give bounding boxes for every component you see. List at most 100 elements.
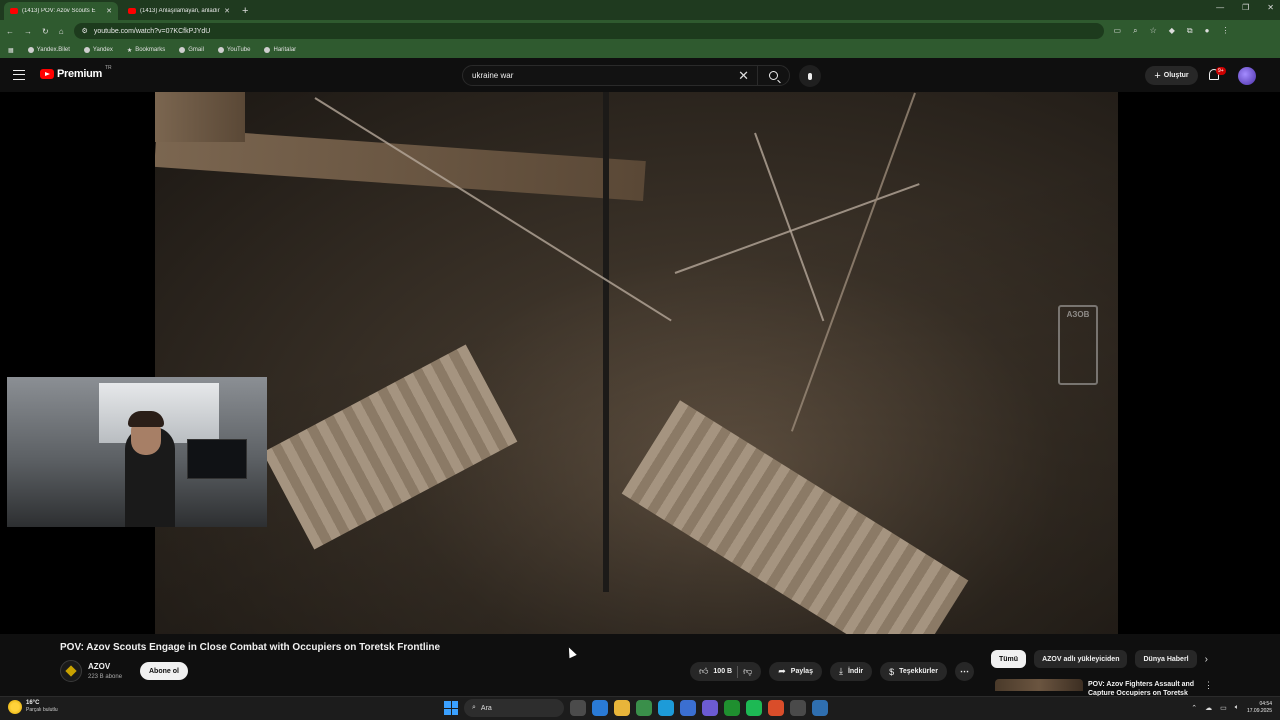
bookmark-item[interactable]: Haritalar [264, 47, 296, 53]
youtube-logo[interactable]: Premium TR [40, 65, 112, 80]
address-bar[interactable]: ⚙ youtube.com/watch?v=07KCfkPJYdU [73, 23, 1104, 39]
browser-tab-bar: (1413) POV: Azov Scouts E ✕ (1413) Anlaş… [0, 0, 1280, 20]
close-window-icon[interactable]: ✕ [1267, 3, 1274, 12]
window-controls: — ❐ ✕ [1216, 3, 1274, 12]
chrome-icon[interactable] [636, 700, 652, 716]
reload-icon[interactable]: ↻ [42, 27, 49, 36]
task-view-icon[interactable] [570, 700, 586, 716]
tray-expand-icon[interactable]: ⌃ [1191, 704, 1197, 712]
channel-avatar[interactable] [60, 660, 82, 682]
recommendation-chips: Tümü AZOV adlı yükleyiciden Dünya Haberl… [991, 650, 1208, 668]
corrugated-sheet [621, 400, 969, 634]
browser-menu-icon[interactable]: ⋮ [1221, 26, 1229, 36]
bookmark-item[interactable]: Gmail [179, 47, 204, 53]
more-actions-button[interactable]: ⋯ [954, 662, 974, 681]
spotify-icon[interactable] [746, 700, 762, 716]
extension-icon[interactable]: ◆ [1169, 26, 1175, 36]
bookmark-item[interactable]: Yandex.Bilet [27, 47, 70, 53]
discord-icon[interactable] [702, 700, 718, 716]
search-button[interactable] [757, 66, 789, 85]
profile-icon[interactable]: ● [1205, 26, 1210, 36]
apps-icon[interactable]: ▦ [8, 47, 14, 54]
channel-name[interactable]: AZOV [88, 662, 110, 671]
bookmark-item[interactable]: Yandex [83, 47, 113, 53]
network-icon[interactable]: ▭ [1220, 704, 1227, 712]
copilot-icon[interactable] [592, 700, 608, 716]
tab-title: (1413) Anlaşılamayan, anladırı [140, 8, 221, 14]
home-icon[interactable]: ⌂ [59, 27, 64, 36]
search-input[interactable]: ukraine war [472, 71, 738, 80]
hamburger-menu-icon[interactable] [13, 70, 25, 80]
bookmark-label: Haritalar [273, 47, 297, 53]
bookmark-star-icon[interactable]: ☆ [1150, 26, 1157, 36]
video-player[interactable]: АЗОВ [0, 92, 1280, 634]
bookmark-favicon-icon [217, 47, 224, 53]
like-icon[interactable]: 👍︎ [699, 666, 708, 677]
restore-icon[interactable]: ❐ [1242, 3, 1249, 12]
new-tab-button[interactable]: + [242, 2, 248, 20]
bookmark-favicon-icon [179, 47, 186, 53]
branch [674, 183, 920, 274]
share-label: Paylaş [790, 668, 813, 675]
youtube-play-icon [40, 69, 54, 79]
subscribe-button[interactable]: Abone ol [140, 662, 188, 680]
bookmark-item[interactable]: YouTube [217, 47, 250, 53]
clock-time: 04:54 [1259, 701, 1272, 707]
taskbar-search[interactable]: ⌕ Ara [464, 699, 564, 717]
chip-all[interactable]: Tümü [991, 650, 1027, 668]
store-icon[interactable] [680, 700, 696, 716]
windows-start-icon[interactable] [444, 701, 458, 715]
thanks-button[interactable]: $ Teşekkürler [880, 662, 947, 681]
search-box[interactable]: ukraine war ✕ [462, 65, 790, 86]
toolbar-icons: ▭ ⌕ ☆ ◆ ⧉ ● ⋮ [1114, 26, 1230, 36]
close-tab-icon[interactable]: ✕ [106, 7, 112, 15]
weather-temp: 16°C [26, 700, 40, 706]
tab-active[interactable]: (1413) POV: Azov Scouts E ✕ [4, 2, 118, 20]
steam-icon[interactable] [812, 700, 828, 716]
site-info-icon[interactable]: ⚙ [82, 27, 88, 35]
logo-text: Premium [57, 68, 102, 80]
cloud-icon[interactable]: ☁ [1205, 704, 1212, 712]
extensions-puzzle-icon[interactable]: ⧉ [1187, 26, 1193, 36]
dislike-icon[interactable]: 👎︎ [743, 666, 752, 677]
metal-pole [603, 92, 609, 592]
cast-icon[interactable]: ▭ [1114, 26, 1122, 36]
chevron-right-icon[interactable]: › [1205, 654, 1208, 665]
account-avatar[interactable] [1238, 67, 1256, 85]
like-count[interactable]: 100 B [713, 668, 732, 675]
clear-search-icon[interactable]: ✕ [738, 68, 749, 84]
bookmark-label: Yandex [92, 47, 113, 53]
forward-icon[interactable]: → [24, 27, 32, 36]
clock[interactable]: 04:54 17.09.2025 [1247, 701, 1272, 715]
xbox-icon[interactable] [724, 700, 740, 716]
close-tab-icon[interactable]: ✕ [224, 7, 230, 15]
volume-icon[interactable]: 🔈︎ [1235, 704, 1239, 712]
create-button[interactable]: + Oluştur [1145, 66, 1198, 85]
back-icon[interactable]: ← [6, 27, 14, 36]
chip-world-news[interactable]: Dünya Haberl [1135, 650, 1197, 668]
more-horizontal-icon: ⋯ [959, 666, 969, 676]
download-button[interactable]: ⤓ İndir [829, 662, 873, 681]
minimize-icon[interactable]: — [1216, 3, 1224, 12]
voice-search-icon[interactable] [799, 65, 821, 87]
youtube-header: Premium TR ukraine war ✕ + Oluştur 9+ [0, 60, 1280, 92]
share-button[interactable]: ➦ Paylaş [769, 662, 822, 681]
tab-inactive[interactable]: (1413) Anlaşılamayan, anladırı ✕ [122, 2, 236, 20]
webcam-hair [128, 411, 164, 427]
zoom-icon[interactable]: ⌕ [1133, 26, 1137, 36]
bookmarks-bar: ▦ Yandex.Bilet Yandex ★ Bookmarks Gmail Y… [0, 42, 1280, 58]
recommended-more-icon[interactable]: ⋮ [1204, 680, 1213, 691]
plus-icon: + [1154, 69, 1161, 82]
app-icon[interactable] [790, 700, 806, 716]
file-explorer-icon[interactable] [614, 700, 630, 716]
video-frame[interactable]: АЗОВ [155, 92, 1118, 634]
edge-icon[interactable] [658, 700, 674, 716]
weather-widget[interactable]: 16°C Parçalı bulutlu [8, 700, 58, 714]
recommended-thumbnail[interactable] [995, 679, 1083, 691]
windows-taskbar: 16°C Parçalı bulutlu ⌕ Ara ⌃ ☁ ▭ 🔈︎ 04:5… [0, 696, 1280, 720]
clock-date: 17.09.2025 [1246, 708, 1272, 714]
bookmark-item[interactable]: ★ Bookmarks [127, 47, 165, 54]
taskbar-apps: ⌕ Ara [444, 699, 828, 717]
chip-from-uploader[interactable]: AZOV adlı yükleyiciden [1034, 650, 1128, 668]
browser-icon[interactable] [768, 700, 784, 716]
